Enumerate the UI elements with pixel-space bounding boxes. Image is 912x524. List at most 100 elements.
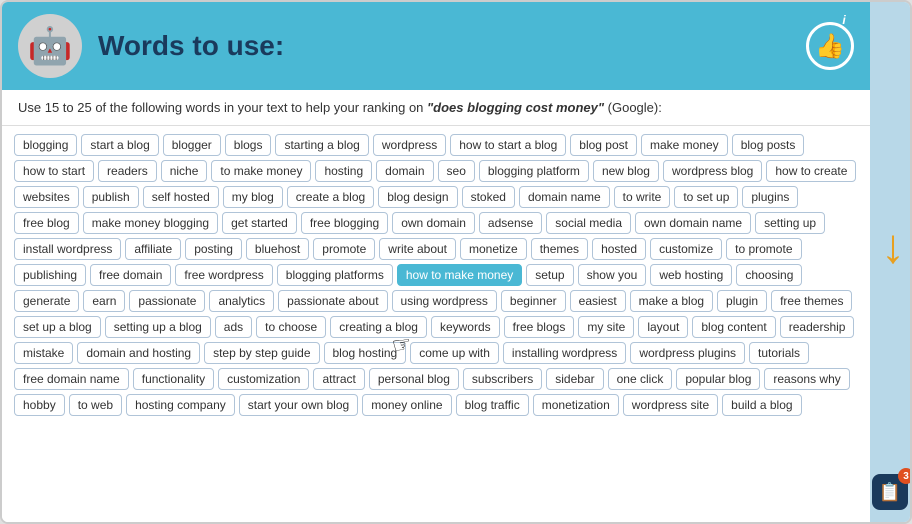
word-tag[interactable]: creating a blog — [330, 316, 427, 338]
word-tag[interactable]: web hosting — [650, 264, 732, 286]
word-tag[interactable]: keywords — [431, 316, 500, 338]
word-tag[interactable]: make a blog — [630, 290, 713, 312]
word-tag[interactable]: my blog — [223, 186, 283, 208]
word-tag[interactable]: blogging platform — [479, 160, 589, 182]
word-tag[interactable]: new blog — [593, 160, 659, 182]
word-tag[interactable]: to write — [614, 186, 671, 208]
word-tag[interactable]: passionate — [129, 290, 205, 312]
word-tag[interactable]: ads — [215, 316, 252, 338]
word-tag[interactable]: starting a blog — [275, 134, 368, 156]
word-tag[interactable]: to promote — [726, 238, 801, 260]
word-tag[interactable]: personal blog — [369, 368, 459, 390]
word-tag[interactable]: come up with — [410, 342, 499, 364]
word-tag[interactable]: install wordpress — [14, 238, 121, 260]
word-tag[interactable]: posting — [185, 238, 242, 260]
word-tag[interactable]: attract — [313, 368, 364, 390]
word-tag[interactable]: monetization — [533, 394, 619, 416]
word-tag[interactable]: blog traffic — [456, 394, 529, 416]
word-tag[interactable]: wordpress — [373, 134, 446, 156]
word-tag[interactable]: create a blog — [287, 186, 374, 208]
word-tag[interactable]: free blogging — [301, 212, 388, 234]
word-tag[interactable]: blog posts — [732, 134, 805, 156]
word-tag[interactable]: generate — [14, 290, 79, 312]
word-tag[interactable]: blog design — [378, 186, 457, 208]
word-tag[interactable]: plugin — [717, 290, 767, 312]
word-tag[interactable]: domain — [376, 160, 433, 182]
word-tag[interactable]: passionate about — [278, 290, 387, 312]
word-tag[interactable]: free domain — [90, 264, 171, 286]
word-tag[interactable]: how to make money — [397, 264, 522, 286]
word-tag[interactable]: hosted — [592, 238, 646, 260]
word-tag[interactable]: set up a blog — [14, 316, 101, 338]
word-tag[interactable]: blogs — [225, 134, 272, 156]
word-tag[interactable]: own domain — [392, 212, 475, 234]
word-tag[interactable]: analytics — [209, 290, 274, 312]
word-tag[interactable]: free wordpress — [175, 264, 272, 286]
word-tag[interactable]: hosting company — [126, 394, 235, 416]
word-tag[interactable]: hobby — [14, 394, 65, 416]
word-tag[interactable]: build a blog — [722, 394, 801, 416]
word-tag[interactable]: step by step guide — [204, 342, 319, 364]
word-tag[interactable]: promote — [313, 238, 375, 260]
word-tag[interactable]: domain and hosting — [77, 342, 200, 364]
word-tag[interactable]: blogger — [163, 134, 221, 156]
word-tag[interactable]: reasons why — [764, 368, 849, 390]
word-tag[interactable]: layout — [638, 316, 688, 338]
word-tag[interactable]: free blogs — [504, 316, 575, 338]
word-tag[interactable]: write about — [379, 238, 456, 260]
word-tag[interactable]: blogging platforms — [277, 264, 393, 286]
thumbs-up-button[interactable]: 👍 — [806, 22, 854, 70]
word-tag[interactable]: publishing — [14, 264, 86, 286]
word-tag[interactable]: readership — [780, 316, 855, 338]
word-tag[interactable]: customize — [650, 238, 722, 260]
word-tag[interactable]: sidebar — [546, 368, 603, 390]
word-tag[interactable]: tutorials — [749, 342, 809, 364]
word-tag[interactable]: how to create — [766, 160, 856, 182]
word-tag[interactable]: affiliate — [125, 238, 181, 260]
word-tag[interactable]: subscribers — [463, 368, 542, 390]
word-tag[interactable]: how to start — [14, 160, 94, 182]
word-tag[interactable]: free themes — [771, 290, 852, 312]
word-tag[interactable]: websites — [14, 186, 79, 208]
word-tag[interactable]: blogging — [14, 134, 77, 156]
word-tag[interactable]: start your own blog — [239, 394, 358, 416]
word-tag[interactable]: how to start a blog — [450, 134, 566, 156]
word-tag[interactable]: adsense — [479, 212, 542, 234]
word-tag[interactable]: wordpress plugins — [630, 342, 745, 364]
word-tag[interactable]: domain name — [519, 186, 610, 208]
word-tag[interactable]: blog hosting — [324, 342, 407, 364]
add-button[interactable]: 📋 3 — [872, 474, 908, 510]
word-tag[interactable]: readers — [98, 160, 157, 182]
word-tag[interactable]: get started — [222, 212, 297, 234]
word-tag[interactable]: money online — [362, 394, 451, 416]
word-tag[interactable]: free domain name — [14, 368, 129, 390]
word-tag[interactable]: stoked — [462, 186, 515, 208]
word-tag[interactable]: setting up a blog — [105, 316, 211, 338]
word-tag[interactable]: setting up — [755, 212, 825, 234]
word-tag[interactable]: bluehost — [246, 238, 309, 260]
word-tag[interactable]: my site — [578, 316, 634, 338]
word-tag[interactable]: seo — [438, 160, 475, 182]
word-tag[interactable]: hosting — [315, 160, 372, 182]
word-tag[interactable]: setup — [526, 264, 573, 286]
word-tag[interactable]: themes — [531, 238, 588, 260]
word-tag[interactable]: wordpress blog — [663, 160, 762, 182]
word-tag[interactable]: choosing — [736, 264, 802, 286]
word-tag[interactable]: make money — [641, 134, 728, 156]
word-tag[interactable]: installing wordpress — [503, 342, 626, 364]
word-tag[interactable]: free blog — [14, 212, 79, 234]
word-tag[interactable]: using wordpress — [392, 290, 497, 312]
word-tag[interactable]: plugins — [742, 186, 798, 208]
word-tag[interactable]: to web — [69, 394, 122, 416]
word-tag[interactable]: popular blog — [676, 368, 760, 390]
word-tag[interactable]: start a blog — [81, 134, 158, 156]
word-tag[interactable]: monetize — [460, 238, 527, 260]
word-tag[interactable]: own domain name — [635, 212, 751, 234]
word-tag[interactable]: easiest — [570, 290, 626, 312]
word-tag[interactable]: social media — [546, 212, 631, 234]
word-tag[interactable]: customization — [218, 368, 309, 390]
word-tag[interactable]: show you — [578, 264, 647, 286]
word-tag[interactable]: publish — [83, 186, 139, 208]
word-tag[interactable]: blog post — [570, 134, 637, 156]
word-tag[interactable]: to set up — [674, 186, 738, 208]
